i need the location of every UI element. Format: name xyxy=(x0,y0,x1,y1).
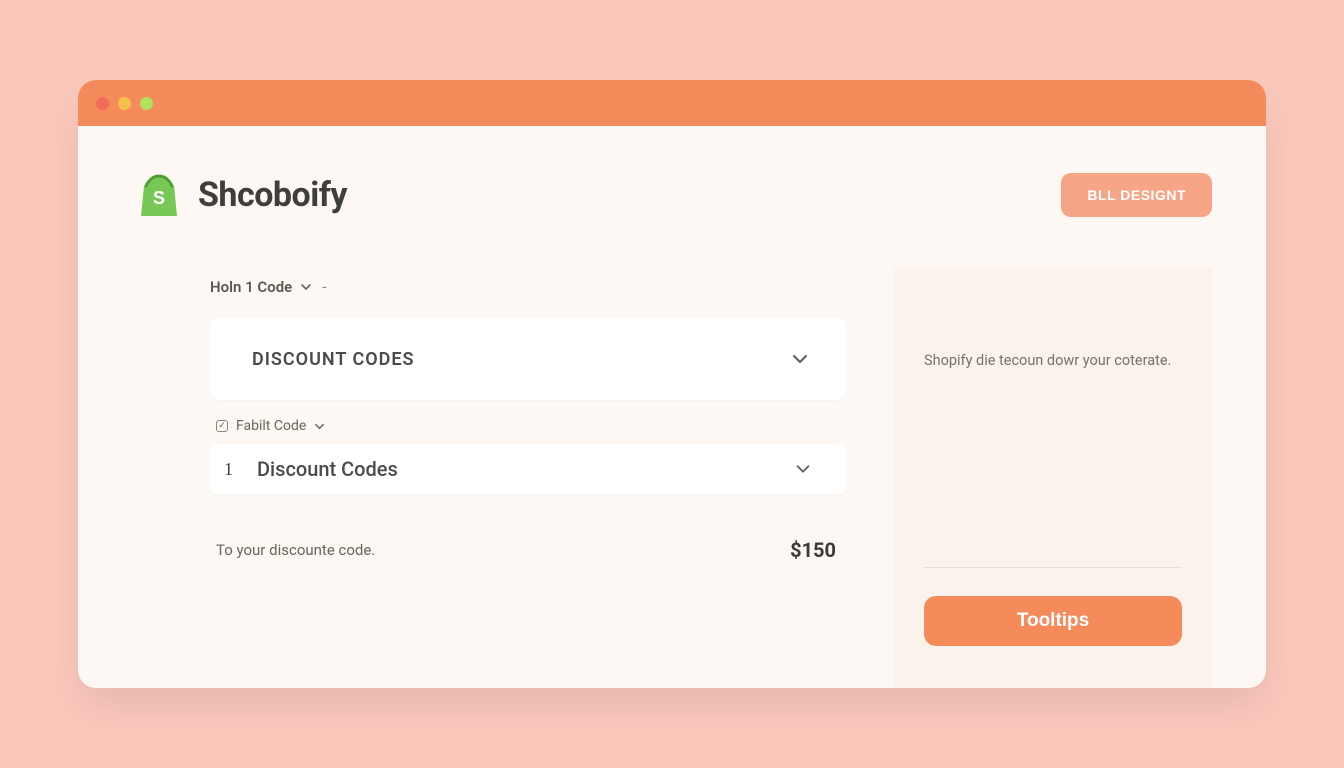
side-panel: Shopify die tecoun dowr your coterate. T… xyxy=(894,268,1212,688)
chevron-down-icon xyxy=(300,281,312,293)
brand-name: Shcoboify xyxy=(198,175,347,215)
checkbox-icon[interactable]: ✓ xyxy=(216,420,228,432)
window-titlebar xyxy=(78,80,1266,126)
hint-text: To your discounte code. xyxy=(216,541,375,559)
window-minimize-dot[interactable] xyxy=(118,97,131,110)
row-title: Discount Codes xyxy=(257,457,398,481)
sub-field-label[interactable]: ✓ Fabilt Code xyxy=(216,418,846,434)
side-description: Shopify die tecoun dowr your coterate. xyxy=(924,350,1182,372)
body: Holn 1 Code - DISCOUNT CODES ✓ Fabilt Co… xyxy=(138,278,1212,688)
field-label-trail: - xyxy=(322,278,326,296)
header: S Shcoboify BLL DESIGNT xyxy=(138,126,1212,218)
brand: S Shcoboify xyxy=(138,172,347,218)
field-label[interactable]: Holn 1 Code - xyxy=(210,278,846,296)
sub-field-text: Fabilt Code xyxy=(236,418,306,434)
discount-codes-card[interactable]: DISCOUNT CODES xyxy=(210,318,846,400)
chevron-down-icon xyxy=(794,460,812,478)
chevron-down-icon xyxy=(314,421,325,432)
main-column: Holn 1 Code - DISCOUNT CODES ✓ Fabilt Co… xyxy=(138,278,856,688)
row-left: 1 Discount Codes xyxy=(224,457,398,481)
discount-codes-row[interactable]: 1 Discount Codes xyxy=(210,444,846,494)
field-label-text: Holn 1 Code xyxy=(210,278,292,296)
svg-text:S: S xyxy=(153,188,165,208)
footer-line: To your discounte code. $150 xyxy=(210,538,846,562)
price-value: $150 xyxy=(790,538,836,562)
chevron-down-icon xyxy=(790,349,810,369)
divider xyxy=(924,567,1182,568)
window-close-dot[interactable] xyxy=(96,97,109,110)
content-area: S Shcoboify BLL DESIGNT Holn 1 Code - DI… xyxy=(78,126,1266,688)
app-window: S Shcoboify BLL DESIGNT Holn 1 Code - DI… xyxy=(78,80,1266,688)
shopping-bag-icon: S xyxy=(138,172,180,218)
tooltips-button[interactable]: Tooltips xyxy=(924,596,1182,646)
row-index: 1 xyxy=(224,459,233,480)
window-zoom-dot[interactable] xyxy=(140,97,153,110)
card-title: DISCOUNT CODES xyxy=(252,349,415,370)
header-cta-button[interactable]: BLL DESIGNT xyxy=(1061,173,1212,217)
